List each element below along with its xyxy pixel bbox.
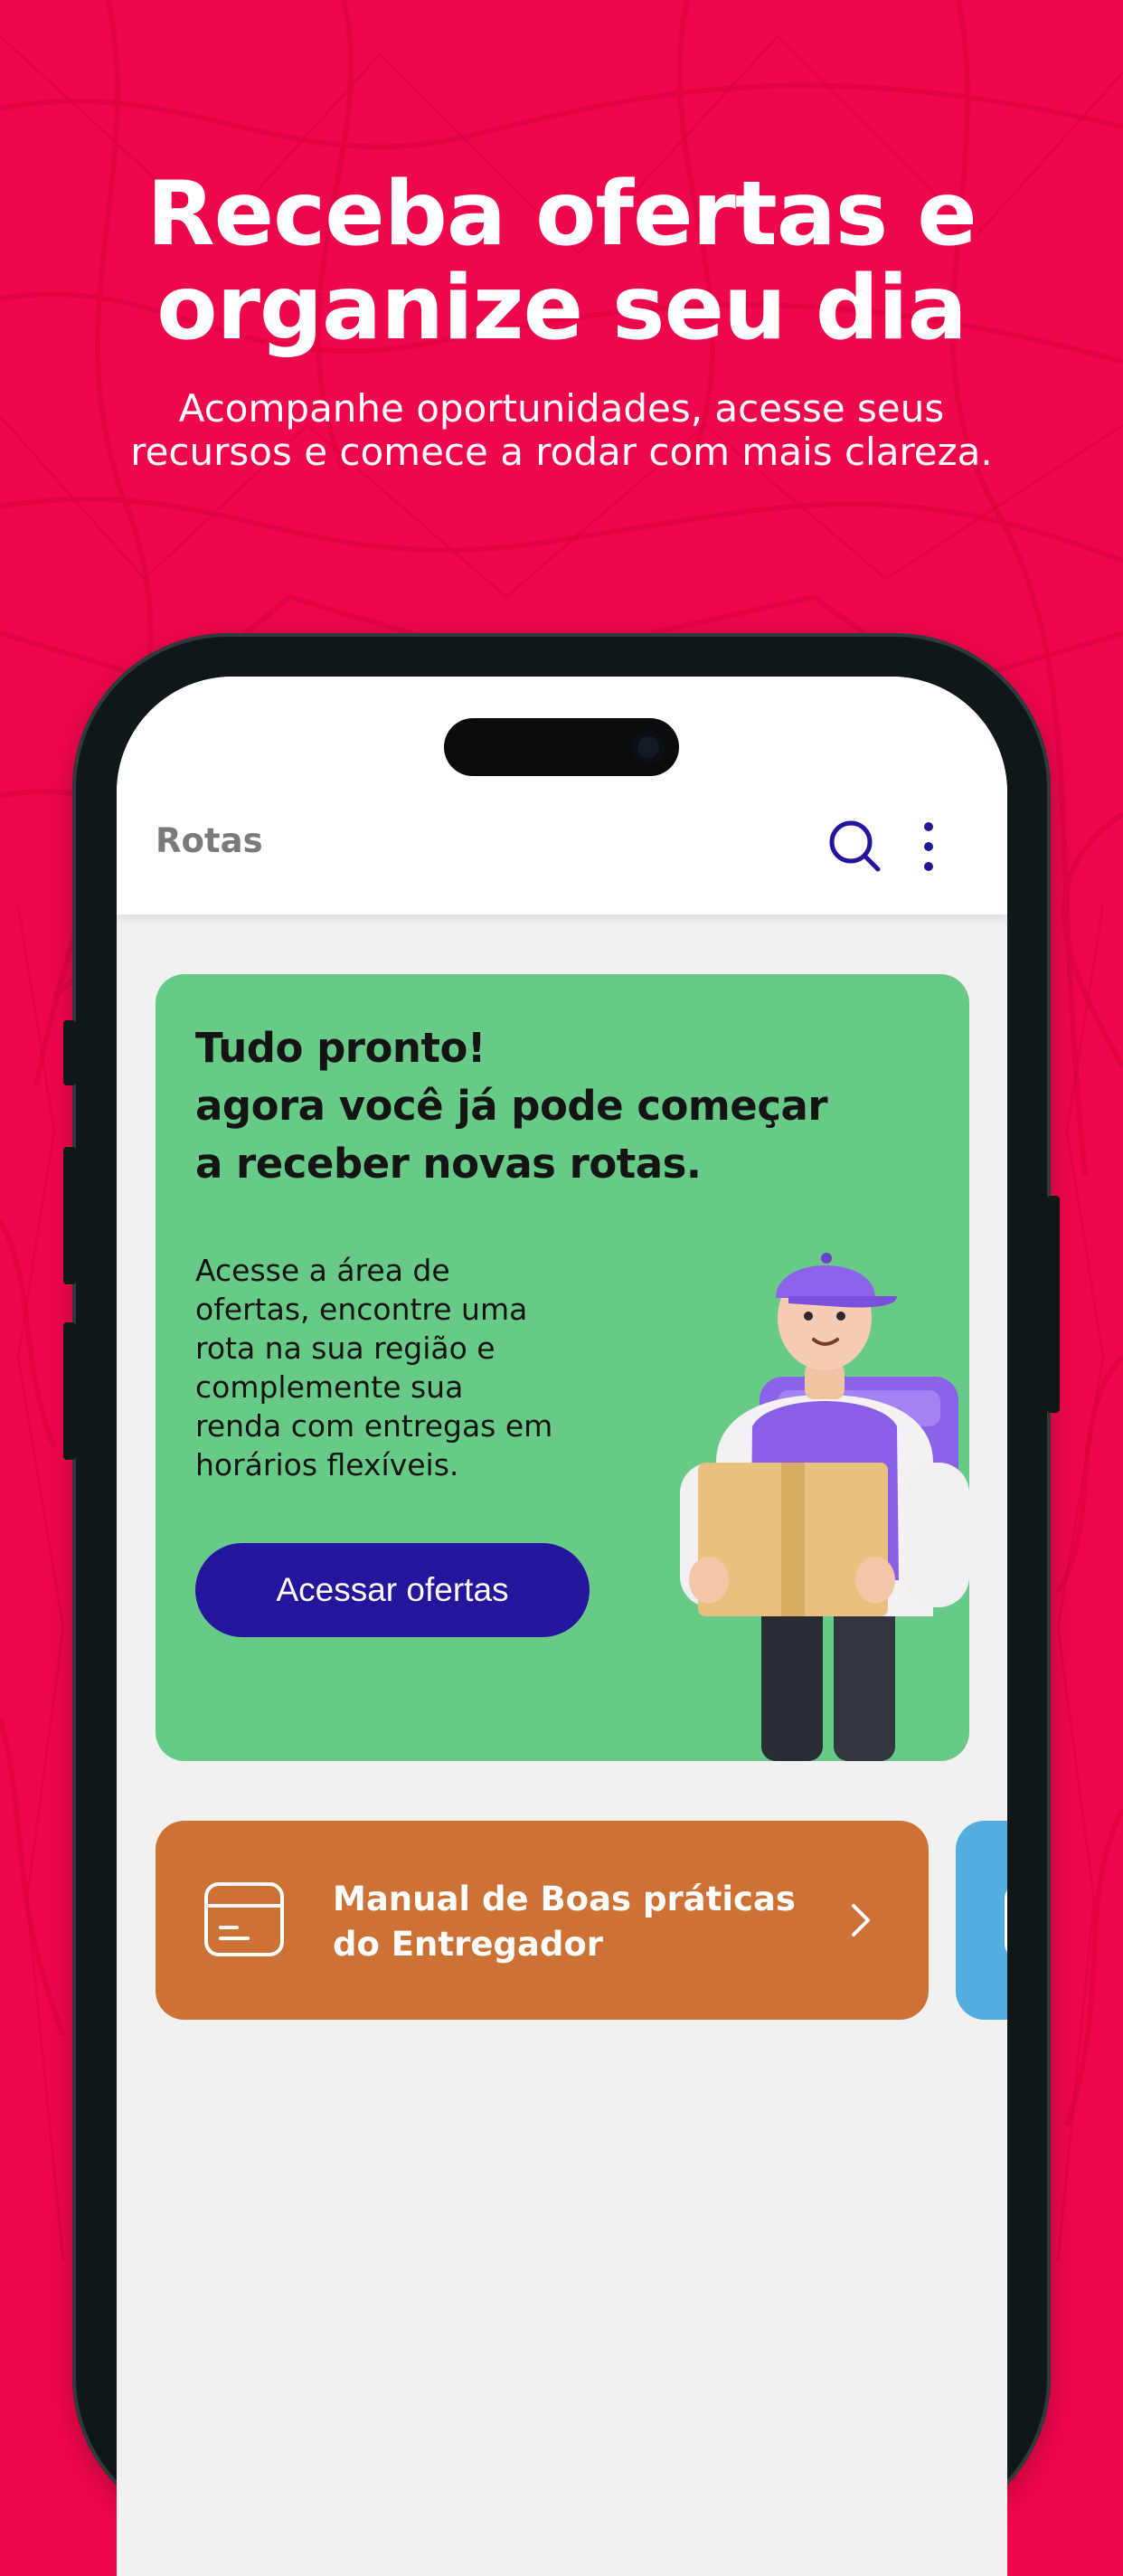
- promo-text-line: renda com entregas em: [195, 1408, 553, 1444]
- more-vertical-icon: [924, 822, 933, 871]
- subline-line-1: Acompanhe oportunidades, acesse seus: [178, 386, 945, 431]
- phone-power-button: [1047, 1196, 1060, 1413]
- offers-promo-card: Tudo pronto! agora você já pode começar …: [156, 974, 969, 1761]
- marketing-subline: Acompanhe oportunidades, acesse seus rec…: [36, 387, 1087, 474]
- phone-volume-up-button: [63, 1147, 76, 1284]
- box-icon: [1005, 1889, 1007, 1953]
- promo-description: Acesse a área de ofertas, encontre uma r…: [195, 1251, 611, 1484]
- dynamic-island: [444, 718, 679, 776]
- more-options-button[interactable]: [912, 819, 945, 874]
- phone-volume-down-button: [63, 1322, 76, 1460]
- search-button[interactable]: [826, 818, 882, 874]
- promo-title: Tudo pronto! agora você já pode começar …: [195, 1019, 882, 1193]
- box-icon: [204, 1882, 284, 1956]
- search-icon: [829, 820, 881, 872]
- courier-illustration: [680, 1253, 969, 1761]
- app-bar: Rotas: [117, 677, 1007, 914]
- promo-text-line: rota na sua região e: [195, 1331, 495, 1366]
- promo-text-line: Acesse a área de: [195, 1253, 450, 1288]
- chevron-right-icon: [852, 1904, 870, 1937]
- headline-line-1: Receba ofertas e: [146, 163, 977, 266]
- manual-card-label-line: Manual de Boas práticas: [333, 1880, 796, 1918]
- app-title: Rotas: [156, 821, 263, 860]
- promo-text-line: horários flexíveis.: [195, 1447, 459, 1482]
- promo-title-line: Tudo pronto!: [195, 1024, 486, 1072]
- headline-line-2: organize seu dia: [156, 257, 967, 360]
- promo-title-line: agora você já pode começar: [195, 1082, 828, 1130]
- promo-text-line: complemente sua: [195, 1369, 464, 1405]
- promo-text-line: ofertas, encontre uma: [195, 1292, 528, 1327]
- subline-line-2: recursos e comece a rodar com mais clare…: [130, 430, 993, 474]
- phone-screen: Rotas Tudo pronto! agora você já pode co…: [117, 677, 1007, 2576]
- manual-card-label-line: do Entregador: [333, 1925, 604, 1964]
- next-resource-card[interactable]: [956, 1821, 1007, 2020]
- camera-icon: [632, 731, 665, 763]
- access-offers-button[interactable]: Acessar ofertas: [195, 1543, 590, 1637]
- manual-card-label: Manual de Boas práticas do Entregador: [333, 1877, 803, 1967]
- phone-side-button: [63, 1020, 76, 1085]
- promo-title-line: a receber novas rotas.: [195, 1140, 702, 1188]
- good-practices-manual-card[interactable]: Manual de Boas práticas do Entregador: [156, 1821, 929, 2020]
- marketing-headline: Receba ofertas e organize seu dia: [0, 167, 1123, 355]
